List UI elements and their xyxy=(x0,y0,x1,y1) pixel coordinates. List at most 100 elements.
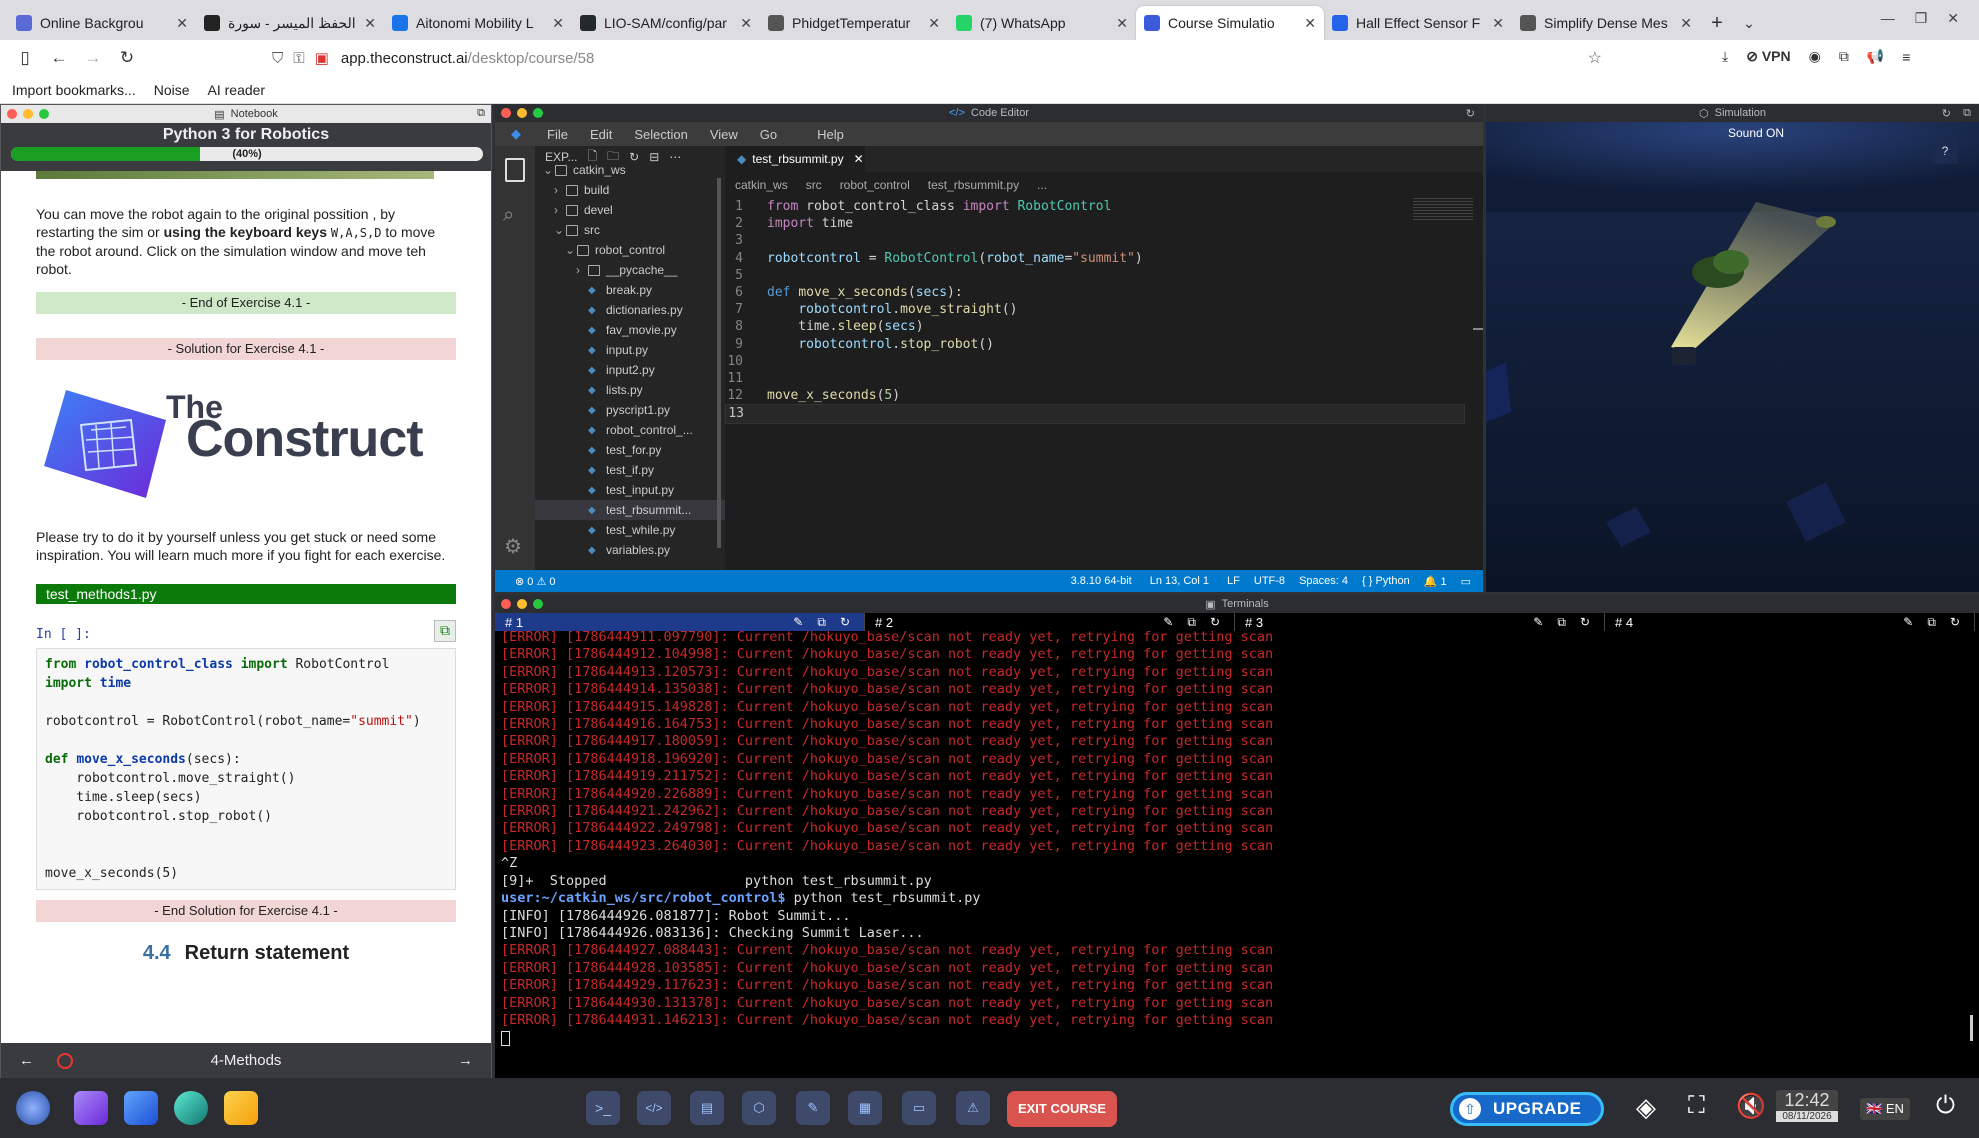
explorer-icon[interactable] xyxy=(505,158,525,182)
settings-gear-icon[interactable]: ⚙ xyxy=(504,534,522,559)
explorer-scrollbar[interactable] xyxy=(717,178,721,548)
terminal-scrollbar[interactable] xyxy=(1970,1015,1973,1041)
close-window-button[interactable]: ✕ xyxy=(1947,10,1959,27)
bookmark-item[interactable]: Noise xyxy=(154,82,190,98)
help-diamond-icon[interactable]: ◈ xyxy=(1636,1092,1656,1123)
layout-icon[interactable]: ▭ xyxy=(1461,575,1471,588)
editor-scrollbar[interactable] xyxy=(1473,328,1483,330)
simulation-window[interactable]: ⬡ Simulation ↻ ⧉ Sound ON ? xyxy=(1486,104,1979,592)
mute-icon[interactable]: 🔇 xyxy=(1736,1092,1766,1121)
rename-pencil-icon[interactable]: ✎ xyxy=(1533,615,1543,630)
file-item[interactable]: ◆ break.py xyxy=(535,280,725,300)
problems-indicator[interactable]: ⊗ 0 ⚠ 0 xyxy=(515,575,555,588)
bookmark-star-icon[interactable]: ☆ xyxy=(1588,48,1602,68)
code-cell[interactable]: from robot_control_class import RobotCon… xyxy=(36,648,456,890)
close-tab-icon[interactable]: ✕ xyxy=(1680,15,1692,32)
prev-arrow-icon[interactable]: ← xyxy=(19,1052,34,1069)
taskbar-editor-icon[interactable]: </> xyxy=(637,1091,671,1125)
close-tab-icon[interactable]: ✕ xyxy=(552,15,564,32)
sidebar-toggle-icon[interactable]: ▯ xyxy=(8,48,42,68)
record-circle-icon[interactable] xyxy=(57,1052,73,1069)
encoding-indicator[interactable]: UTF-8 xyxy=(1254,575,1285,587)
taskbar-notebook-icon[interactable]: ▤ xyxy=(690,1091,724,1125)
robot-icon[interactable] xyxy=(174,1091,208,1125)
browser-tab[interactable]: LIO-SAM/config/par ✕ xyxy=(572,6,760,40)
folder-item[interactable]: ⌄ robot_control xyxy=(535,240,725,260)
rename-pencil-icon[interactable]: ✎ xyxy=(793,615,803,630)
file-item[interactable]: ◆ input.py xyxy=(535,340,725,360)
restart-icon[interactable]: ↻ xyxy=(1950,615,1960,630)
popout-icon[interactable]: ⧉ xyxy=(817,615,826,630)
menu-icon[interactable]: ≡ xyxy=(1902,49,1910,65)
taskbar-terminal-icon[interactable]: >_ xyxy=(586,1091,620,1125)
popout-icon[interactable]: ⧉ xyxy=(477,107,485,120)
browser-tab[interactable]: Aitonomi Mobility L ✕ xyxy=(384,6,572,40)
sim-refresh-icon[interactable]: ↻ xyxy=(1942,107,1951,120)
close-tab-icon[interactable]: ✕ xyxy=(364,15,376,32)
notifications-count[interactable]: 🔔 1 xyxy=(1424,575,1447,588)
file-item[interactable]: ◆ test_for.py xyxy=(535,440,725,460)
minimap[interactable] xyxy=(1413,198,1473,222)
reload-button[interactable]: ↻ xyxy=(110,48,144,68)
taskbar-layout-icon[interactable]: ▦ xyxy=(848,1091,882,1125)
file-item[interactable]: ◆ lists.py xyxy=(535,380,725,400)
code-area[interactable]: 1 from robot_control_class import RobotCo… xyxy=(725,198,1465,424)
breadcrumb-item[interactable]: ... xyxy=(1037,178,1047,192)
breadcrumb-item[interactable]: src xyxy=(806,178,822,192)
python-version[interactable]: 3.8.10 64-bit xyxy=(1071,575,1132,587)
next-arrow-icon[interactable]: → xyxy=(458,1052,473,1069)
new-tab-button[interactable]: + xyxy=(1700,6,1734,40)
megaphone-icon[interactable]: 📢 xyxy=(1867,48,1884,65)
file-item[interactable]: ◆ test_input.py xyxy=(535,480,725,500)
file-item[interactable]: ◆ pyscript1.py xyxy=(535,400,725,420)
refresh-icon[interactable]: ↻ xyxy=(1466,107,1475,120)
account-icon[interactable]: ◉ xyxy=(1809,48,1821,65)
menu-item-go[interactable]: Go xyxy=(760,127,777,142)
menu-item-selection[interactable]: Selection xyxy=(634,127,687,142)
file-item[interactable]: ◆ test_if.py xyxy=(535,460,725,480)
minimize-button[interactable]: — xyxy=(1881,10,1895,27)
close-tab-icon[interactable]: ✕ xyxy=(928,15,940,32)
language-switch[interactable]: 🇬🇧 EN xyxy=(1860,1098,1910,1120)
folder-icon[interactable] xyxy=(224,1091,258,1125)
menu-item-file[interactable]: File xyxy=(547,127,568,142)
upgrade-button[interactable]: ⇧ UPGRADE xyxy=(1450,1092,1604,1126)
taskbar-sim-icon[interactable]: ⬡ xyxy=(742,1091,776,1125)
browser-tab[interactable]: Course Simulatio ✕ xyxy=(1136,6,1324,40)
breadcrumb-item[interactable]: test_rbsummit.py xyxy=(928,178,1019,192)
taskbar-window-icon[interactable]: ▭ xyxy=(902,1091,936,1125)
close-tab-icon[interactable]: ✕ xyxy=(1116,15,1128,32)
indent-indicator[interactable]: Spaces: 4 xyxy=(1299,575,1348,587)
fullscreen-icon[interactable]: ⛶ xyxy=(1688,1092,1705,1120)
popout-icon[interactable]: ⧉ xyxy=(1557,615,1566,630)
rename-pencil-icon[interactable]: ✎ xyxy=(1163,615,1173,630)
sim-popout-icon[interactable]: ⧉ xyxy=(1963,107,1971,120)
restore-button[interactable]: ❐ xyxy=(1915,10,1928,27)
sound-status[interactable]: Sound ON xyxy=(1728,126,1784,140)
file-item[interactable]: ◆ test_while.py xyxy=(535,520,725,540)
popout-icon[interactable]: ⧉ xyxy=(1927,615,1936,630)
folder-item[interactable]: ⌄ catkin_ws xyxy=(535,160,725,180)
permissions-icon[interactable]: ⚿ xyxy=(293,50,304,67)
taskbar-tools-icon[interactable]: ✎ xyxy=(796,1091,830,1125)
power-icon[interactable]: ⏻ xyxy=(1936,1092,1955,1120)
close-tab-icon[interactable]: ✕ xyxy=(1304,15,1316,32)
copy-code-icon[interactable]: ⧉ xyxy=(434,620,456,642)
folder-item[interactable]: › build xyxy=(535,180,725,200)
menu-item-help[interactable]: Help xyxy=(817,127,844,142)
browser-tab[interactable]: (7) WhatsApp ✕ xyxy=(948,6,1136,40)
forward-button[interactable]: → xyxy=(76,48,110,68)
terminal-output[interactable]: [ERROR] [1786444911.097790]: Current /ho… xyxy=(501,629,1971,1069)
exit-course-button[interactable]: EXIT COURSE xyxy=(1007,1091,1117,1127)
folder-item[interactable]: ⌄ src xyxy=(535,220,725,240)
back-button[interactable]: ← xyxy=(42,48,76,68)
file-item[interactable]: ◆ dictionaries.py xyxy=(535,300,725,320)
close-tab-icon[interactable]: ✕ xyxy=(740,15,752,32)
restart-icon[interactable]: ↻ xyxy=(1210,615,1220,630)
rename-pencil-icon[interactable]: ✎ xyxy=(1903,615,1913,630)
menu-item-view[interactable]: View xyxy=(710,127,738,142)
file-item[interactable]: ◆ variables.py xyxy=(535,540,725,560)
tab-test-rbsummit[interactable]: ◆ test_rbsummit.py ✕ xyxy=(725,146,865,172)
restart-icon[interactable]: ↻ xyxy=(1580,615,1590,630)
bookmark-item[interactable]: Import bookmarks... xyxy=(12,82,136,98)
